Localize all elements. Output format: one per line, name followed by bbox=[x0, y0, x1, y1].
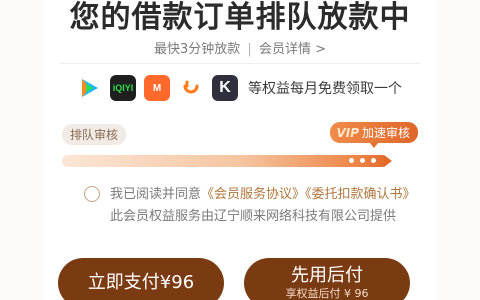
pay-now-button[interactable]: 立即支付¥96 bbox=[58, 258, 224, 300]
subtitle-separator: | bbox=[247, 42, 252, 57]
progress-dot bbox=[349, 158, 354, 163]
page-title: 您的借款订单排队放款中 bbox=[69, 0, 411, 35]
vip-badge: VIP bbox=[336, 125, 359, 140]
agreement-suffix: 此会员权益服务由辽宁顺来网络科技有限公司提供 bbox=[110, 209, 397, 224]
progress-dot bbox=[371, 158, 376, 163]
mango-tv-icon: M bbox=[144, 75, 170, 101]
loan-queue-card: 您的借款订单排队放款中 最快3分钟放款 | 会员详情 > iQIYI M K 等… bbox=[44, 0, 436, 300]
agreement-row: 我已阅读并同意《会员服务协议》《委托扣款确认书》此会员权益服务由辽宁顺来网络科技… bbox=[84, 184, 424, 228]
pay-now-label: 立即支付¥96 bbox=[87, 272, 195, 293]
kuaikan-icon: K bbox=[212, 75, 238, 101]
progress-arrow-icon bbox=[384, 155, 392, 167]
subtitle-row: 最快3分钟放款 | 会员详情 > bbox=[44, 38, 436, 57]
benefits-row: iQIYI M K 等权益每月免费领取一个 bbox=[76, 74, 402, 102]
vip-fast-review-tag: VIP 加速审核 bbox=[330, 122, 418, 148]
agreement-checkbox[interactable] bbox=[84, 186, 100, 202]
progress-dots bbox=[349, 158, 376, 163]
vip-pointer-icon bbox=[370, 143, 379, 148]
pay-later-label: 先用后付 bbox=[291, 265, 363, 286]
iqiyi-icon: iQIYI bbox=[110, 75, 136, 101]
pay-later-subtext: 享权益后付 ¥ 96 bbox=[285, 287, 369, 300]
agreement-text: 我已阅读并同意《会员服务协议》《委托扣款确认书》此会员权益服务由辽宁顺来网络科技… bbox=[110, 184, 424, 228]
vip-label: 加速审核 bbox=[361, 126, 410, 140]
progress-dot bbox=[360, 158, 365, 163]
tencent-video-icon bbox=[76, 75, 102, 101]
debit-authorization-link[interactable]: 《委托扣款确认书》 bbox=[305, 187, 416, 202]
normal-queue-tag: 排队审核 bbox=[62, 124, 127, 145]
queue-progress-bar bbox=[62, 155, 388, 167]
pay-later-button[interactable]: 先用后付 享权益后付 ¥ 96 bbox=[244, 258, 410, 300]
divider bbox=[60, 63, 420, 64]
agreement-prefix: 我已阅读并同意 bbox=[110, 187, 202, 202]
benefits-text: 等权益每月免费领取一个 bbox=[248, 81, 402, 97]
member-service-agreement-link[interactable]: 《会员服务协议》 bbox=[201, 187, 305, 202]
didi-icon bbox=[178, 75, 204, 101]
member-details-link[interactable]: 会员详情 > bbox=[259, 42, 326, 57]
fast-loan-text: 最快3分钟放款 bbox=[154, 42, 241, 57]
